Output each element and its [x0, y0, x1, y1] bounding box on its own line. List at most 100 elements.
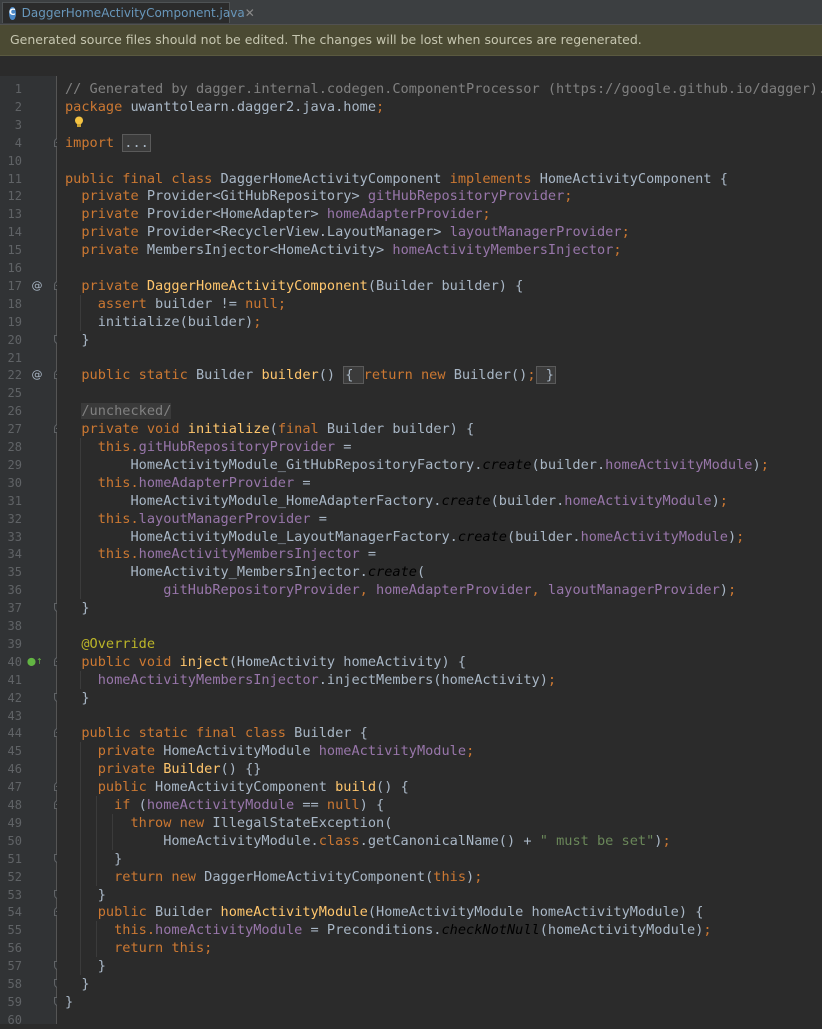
- code-token: import: [65, 134, 123, 151]
- code-token: DaggerHomeActivityComponent: [146, 277, 368, 294]
- close-tab-icon[interactable]: ✕: [245, 6, 255, 20]
- code-line[interactable]: public final class DaggerHomeActivityCom…: [65, 170, 728, 188]
- code-line[interactable]: homeActivityMembersInjector.injectMember…: [65, 671, 556, 689]
- code-line[interactable]: private Builder() {}: [65, 760, 262, 778]
- code-line[interactable]: assert builder != null;: [65, 295, 286, 313]
- lightbulb-icon[interactable]: [74, 116, 84, 128]
- code-token: ;: [703, 922, 712, 939]
- code-token: = Preconditions.: [310, 922, 442, 939]
- code-line[interactable]: gitHubRepositoryProvider, homeAdapterPro…: [65, 581, 736, 599]
- code-line[interactable]: package uwanttolearn.dagger2.java.home;: [65, 98, 384, 116]
- line-number: 26: [7, 404, 22, 419]
- line-number: 20: [7, 332, 22, 347]
- code-token: homeActivityModule: [146, 797, 303, 813]
- code-line[interactable]: HomeActivityModule_GitHubRepositoryFacto…: [65, 456, 768, 474]
- code-token: }: [65, 993, 74, 1010]
- code-token: }: [65, 850, 123, 867]
- code-line[interactable]: }: [65, 975, 89, 993]
- code-token: (builder.: [506, 528, 581, 545]
- code-token: homeAdapterProvider: [376, 582, 532, 599]
- code-line[interactable]: }: [65, 886, 106, 904]
- code-token: }: [535, 366, 556, 385]
- line-number: 56: [7, 941, 22, 956]
- code-token: return this;: [114, 940, 213, 957]
- code-token: .injectMembers(homeActivity): [318, 671, 548, 688]
- code-line[interactable]: public static Builder builder() { return…: [65, 366, 556, 385]
- code-line[interactable]: public static final class Builder {: [65, 724, 367, 742]
- file-tab[interactable]: C DaggerHomeActivityComponent.java ✕: [2, 2, 255, 23]
- code-line[interactable]: initialize(builder);: [65, 313, 262, 331]
- annotation-marker-icon[interactable]: @: [31, 366, 43, 384]
- code-token: .getCanonicalName() +: [359, 832, 540, 849]
- code-token: checkNotNull: [441, 922, 540, 939]
- code-token: (: [416, 564, 426, 581]
- line-number: 30: [7, 475, 22, 490]
- override-marker-icon[interactable]: ⬤↑: [27, 653, 43, 671]
- code-token: Builder(): [453, 367, 528, 384]
- code-line[interactable]: private DaggerHomeActivityComponent(Buil…: [65, 277, 523, 295]
- code-line[interactable]: this.homeActivityMembersInjector =: [65, 545, 376, 563]
- code-token: final: [277, 421, 327, 438]
- code-line[interactable]: if (homeActivityModule == null) {: [65, 796, 384, 814]
- code-line[interactable]: }: [65, 957, 106, 975]
- code-line[interactable]: this.homeActivityModule = Preconditions.…: [65, 921, 712, 939]
- line-number: 44: [7, 726, 22, 741]
- code-token: initialize(builder): [65, 313, 254, 330]
- code-line[interactable]: throw new IllegalStateException(: [65, 814, 392, 832]
- code-line[interactable]: @Override: [65, 635, 155, 653]
- code-token: ;: [727, 582, 737, 599]
- file-tab-label: DaggerHomeActivityComponent.java: [21, 6, 245, 20]
- code-line[interactable]: public void inject(HomeActivity homeActi…: [65, 653, 466, 671]
- code-line[interactable]: /unchecked/: [65, 402, 172, 420]
- line-number: 50: [7, 833, 22, 848]
- code-line[interactable]: HomeActivity_MembersInjector.create(: [65, 563, 425, 581]
- code-token: ;: [621, 224, 630, 241]
- line-number: 40: [7, 654, 22, 669]
- code-line[interactable]: public Builder homeActivityModule(HomeAc…: [65, 903, 704, 921]
- code-line[interactable]: }: [65, 689, 89, 707]
- code-token: homeActivityModule: [220, 904, 368, 921]
- code-editor[interactable]: // Generated by dagger.internal.codegen.…: [57, 76, 822, 1024]
- code-line[interactable]: private MembersInjector<HomeActivity> ho…: [65, 241, 621, 259]
- code-line[interactable]: private Provider<GitHubRepository> gitHu…: [65, 187, 572, 205]
- code-token: if: [114, 797, 139, 813]
- line-number: 3: [14, 117, 22, 132]
- indent-guide: [80, 438, 81, 600]
- code-line[interactable]: }: [65, 993, 73, 1011]
- code-token: Builder builder) {: [326, 421, 475, 438]
- code-line[interactable]: HomeActivityModule_HomeAdapterFactory.cr…: [65, 492, 728, 510]
- code-token: HomeActivityModule: [163, 743, 319, 760]
- code-line[interactable]: HomeActivityModule.class.getCanonicalNam…: [65, 832, 670, 850]
- code-line[interactable]: return new DaggerHomeActivityComponent(t…: [65, 868, 482, 886]
- code-line[interactable]: return this;: [65, 939, 212, 957]
- code-line[interactable]: private Provider<HomeAdapter> homeAdapte…: [65, 205, 490, 223]
- code-token: HomeActivityModule.: [65, 832, 319, 849]
- code-line[interactable]: }: [65, 331, 89, 349]
- code-line[interactable]: this.homeAdapterProvider =: [65, 474, 311, 492]
- code-line[interactable]: // Generated by dagger.internal.codegen.…: [65, 80, 822, 98]
- code-line[interactable]: }: [65, 599, 89, 617]
- code-line[interactable]: this.layoutManagerProvider =: [65, 510, 327, 528]
- code-line[interactable]: public HomeActivityComponent build() {: [65, 778, 409, 796]
- code-token: ;: [547, 671, 557, 688]
- code-token: private: [81, 224, 147, 241]
- code-line[interactable]: private Provider<RecyclerView.LayoutMana…: [65, 223, 630, 241]
- code-token: HomeActivity_MembersInjector.: [65, 564, 368, 581]
- annotation-marker-icon[interactable]: @: [31, 277, 43, 295]
- code-line[interactable]: private void initialize(final Builder bu…: [65, 420, 474, 438]
- code-line[interactable]: private HomeActivityModule homeActivityM…: [65, 742, 475, 760]
- code-line[interactable]: }: [65, 850, 122, 868]
- code-line[interactable]: import ...: [65, 133, 151, 152]
- line-number-gutter[interactable]: 1234+1011121314151617−1819202122−252627−…: [0, 76, 63, 1027]
- code-token: homeActivityModule: [605, 456, 753, 473]
- code-token: DaggerHomeActivityComponent(: [204, 868, 434, 885]
- code-line[interactable]: HomeActivityModule_LayoutManagerFactory.…: [65, 528, 744, 546]
- code-line[interactable]: this.gitHubRepositoryProvider =: [65, 438, 352, 456]
